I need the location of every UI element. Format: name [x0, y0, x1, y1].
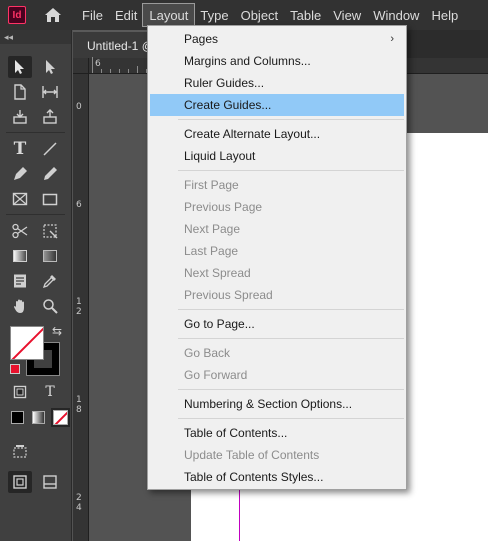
- ruler-left-label-0: 0: [76, 102, 82, 112]
- note-tool-icon[interactable]: [8, 270, 32, 292]
- apply-gradient-icon[interactable]: [32, 410, 45, 424]
- menu-file[interactable]: File: [76, 4, 109, 26]
- gradient-swatch-tool-icon[interactable]: [8, 245, 32, 267]
- menu-separator: [178, 119, 404, 120]
- fill-swatch[interactable]: [10, 326, 44, 360]
- scissors-tool-icon[interactable]: [8, 220, 32, 242]
- menu-item-first-page: First Page: [184, 178, 239, 192]
- menu-item-ruler-guides[interactable]: Ruler Guides...: [150, 72, 404, 94]
- ruler-top-label: 6: [95, 59, 101, 69]
- menu-separator: [178, 418, 404, 419]
- menu-separator: [178, 170, 404, 171]
- menu-object[interactable]: Object: [235, 4, 285, 26]
- menu-separator: [178, 338, 404, 339]
- layout-menu: Pages › Margins and Columns... Ruler Gui…: [147, 25, 407, 490]
- home-icon[interactable]: [40, 2, 66, 28]
- menu-item-previous-page: Previous Page: [184, 200, 263, 214]
- ruler-left-label-12: 1 2: [76, 297, 82, 317]
- menu-item-create-guides[interactable]: Create Guides...: [150, 94, 404, 116]
- menu-window[interactable]: Window: [367, 4, 425, 26]
- page-tool-icon[interactable]: [8, 81, 32, 103]
- line-tool-icon[interactable]: [38, 138, 62, 160]
- tools-panel: ◂◂ T ⇆ T: [0, 30, 72, 541]
- gradient-feather-tool-icon[interactable]: [38, 245, 62, 267]
- menu-item-last-page: Last Page: [184, 244, 239, 258]
- zoom-tool-icon[interactable]: [38, 295, 62, 317]
- ruler-left-label-18: 1 8: [76, 395, 82, 415]
- menu-layout[interactable]: Layout: [142, 3, 196, 27]
- fill-stroke-swatches: ⇆: [0, 324, 71, 380]
- menu-item-table-of-contents[interactable]: Table of Contents...: [150, 422, 404, 444]
- ruler-left-label-6: 6: [76, 200, 82, 210]
- menu-item-next-spread: Next Spread: [184, 266, 251, 280]
- rectangle-tool-icon[interactable]: [38, 188, 62, 210]
- menu-item-update-table-of-contents: Update Table of Contents: [184, 448, 320, 462]
- menu-table[interactable]: Table: [284, 4, 327, 26]
- menu-item-margins-columns[interactable]: Margins and Columns...: [150, 50, 404, 72]
- vertical-ruler[interactable]: 0 6 1 2 1 8 2 4: [73, 74, 89, 541]
- menu-separator: [178, 309, 404, 310]
- content-collector-icon[interactable]: [8, 106, 32, 128]
- free-transform-tool-icon[interactable]: [38, 220, 62, 242]
- normal-view-mode-icon[interactable]: [8, 470, 32, 493]
- eyedropper-tool-icon[interactable]: [38, 270, 62, 292]
- screen-mode-icon[interactable]: [8, 440, 32, 462]
- menu-item-go-back: Go Back: [184, 346, 231, 360]
- menu-item-pages[interactable]: Pages ›: [150, 28, 404, 50]
- direct-selection-tool-icon[interactable]: [38, 56, 62, 78]
- ruler-origin[interactable]: [73, 58, 89, 74]
- gap-tool-icon[interactable]: [38, 81, 62, 103]
- menu-edit[interactable]: Edit: [109, 4, 143, 26]
- selection-tool-icon[interactable]: [8, 55, 32, 78]
- formatting-container-icon[interactable]: [8, 381, 32, 403]
- preview-mode-icon[interactable]: [38, 471, 62, 493]
- formatting-text-icon[interactable]: T: [38, 381, 62, 403]
- app-logo: Id: [8, 6, 26, 24]
- menu-item-numbering-section-options[interactable]: Numbering & Section Options...: [150, 393, 404, 415]
- menu-type[interactable]: Type: [194, 4, 234, 26]
- default-fill-stroke-icon[interactable]: [10, 364, 20, 374]
- menu-item-create-alternate-layout[interactable]: Create Alternate Layout...: [150, 123, 404, 145]
- apply-color-icon[interactable]: [11, 410, 24, 424]
- content-placer-icon[interactable]: [38, 106, 62, 128]
- hand-tool-icon[interactable]: [8, 295, 32, 317]
- menu-item-previous-spread: Previous Spread: [184, 288, 273, 302]
- pen-tool-icon[interactable]: [8, 163, 32, 185]
- menu-item-go-to-page[interactable]: Go to Page...: [150, 313, 404, 335]
- menu-separator: [178, 389, 404, 390]
- pencil-tool-icon[interactable]: [38, 163, 62, 185]
- ruler-left-label-24: 2 4: [76, 493, 82, 513]
- menu-help[interactable]: Help: [425, 4, 464, 26]
- type-tool-icon[interactable]: T: [8, 138, 32, 160]
- apply-none-icon[interactable]: [51, 407, 70, 427]
- chevron-right-icon: ›: [390, 33, 394, 45]
- menu-item-next-page: Next Page: [184, 222, 241, 236]
- collapse-panel-button[interactable]: ◂◂: [0, 30, 71, 44]
- menu-item-go-forward: Go Forward: [184, 368, 248, 382]
- menu-view[interactable]: View: [327, 4, 367, 26]
- swap-fill-stroke-icon[interactable]: ⇆: [52, 324, 62, 338]
- menu-item-liquid-layout[interactable]: Liquid Layout: [150, 145, 404, 167]
- rectangle-frame-tool-icon[interactable]: [8, 188, 32, 210]
- menu-item-table-of-contents-styles[interactable]: Table of Contents Styles...: [150, 466, 404, 488]
